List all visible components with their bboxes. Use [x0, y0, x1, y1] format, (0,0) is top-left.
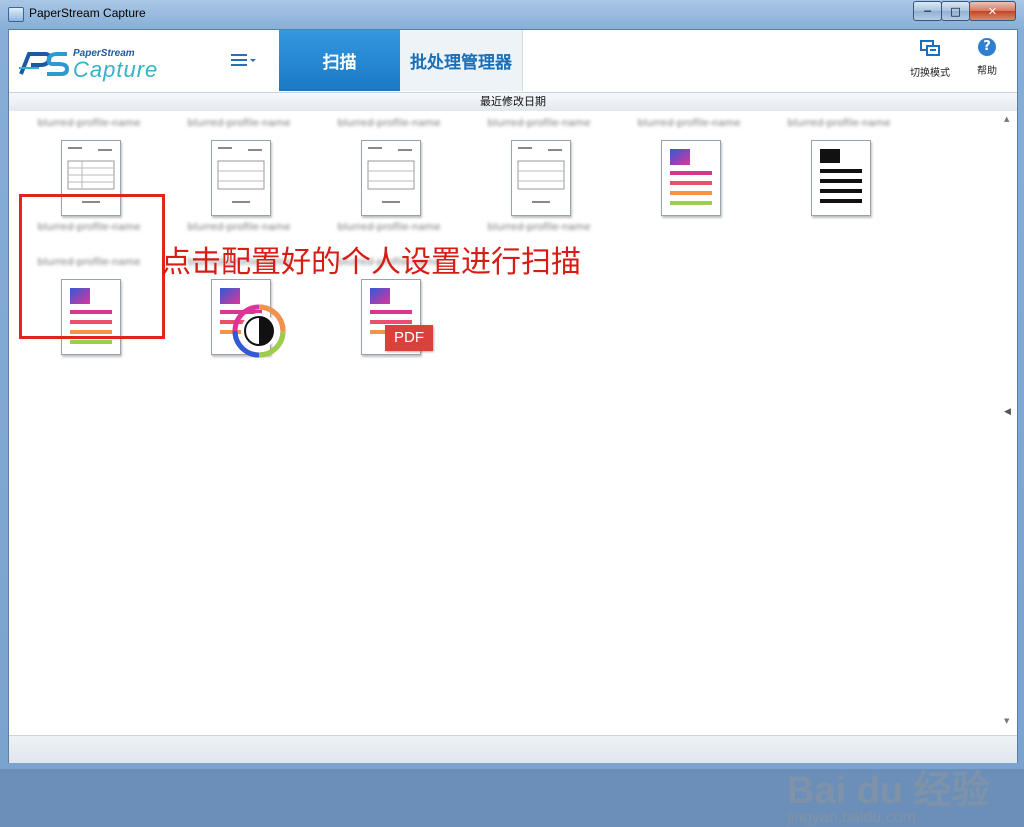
- profile-name: blurred-profile-name: [37, 118, 141, 129]
- minimize-icon: ─: [924, 4, 931, 18]
- profile-subtitle: blurred-profile-name: [487, 222, 591, 233]
- maximize-icon: □: [950, 4, 961, 18]
- profile-name: blurred-profile-name: [187, 118, 291, 129]
- app-window: PaperStream Capture ─ □ ✕ PaperStream Ca…: [0, 0, 1024, 826]
- toolbar: PaperStream Capture 扫描 批处理管理器 切换模式 ? 帮助: [9, 30, 1017, 92]
- maximize-button[interactable]: □: [941, 1, 970, 21]
- selection-highlight: [19, 194, 165, 339]
- help-icon: ?: [978, 38, 996, 56]
- scroll-down-icon[interactable]: ▼: [1004, 717, 1009, 725]
- close-button[interactable]: ✕: [969, 1, 1016, 21]
- scanned-form-thumbnail-icon: [211, 140, 271, 216]
- profile-name: blurred-profile-name: [637, 118, 741, 129]
- scanned-form-thumbnail-icon: [511, 140, 571, 216]
- scanned-form-thumbnail-icon: [361, 140, 421, 216]
- switch-mode-button[interactable]: 切换模式: [902, 38, 958, 79]
- help-button[interactable]: ? 帮助: [969, 38, 1005, 77]
- close-icon: ✕: [987, 4, 998, 18]
- profile-tile[interactable]: blurred-profile-name blurred-profile-nam…: [479, 116, 599, 246]
- profile-tile[interactable]: blurred-profile-name: [779, 116, 899, 246]
- profile-grid: blurred-profile-name blurred-profile-nam…: [9, 111, 999, 826]
- scroll-up-icon[interactable]: ▲: [1004, 115, 1009, 123]
- auto-color-badge-icon: [232, 304, 286, 358]
- logo-text-capture: Capture: [73, 57, 159, 82]
- baidu-watermark-url: jingyan.baidu.com: [787, 809, 916, 826]
- client-area: PaperStream Capture 扫描 批处理管理器 切换模式 ? 帮助 …: [8, 29, 1018, 826]
- panel-collapse-icon[interactable]: ◀: [1004, 407, 1011, 417]
- window-title: PaperStream Capture: [29, 6, 146, 20]
- pdf-badge: PDF: [385, 325, 433, 351]
- annotation-text: 点击配置好的个人设置进行扫描: [161, 245, 581, 280]
- hamburger-menu-button[interactable]: [229, 48, 261, 74]
- switch-mode-label: 切换模式: [910, 68, 950, 79]
- profile-tile[interactable]: blurred-profile-name: [629, 116, 749, 246]
- profile-subtitle: blurred-profile-name: [337, 222, 441, 233]
- minimize-button[interactable]: ─: [913, 1, 942, 21]
- sort-caret-icon: ▼: [505, 96, 511, 104]
- hamburger-menu-icon: [231, 54, 256, 66]
- profile-tile[interactable]: blurred-profile-name blurred-profile-nam…: [179, 116, 299, 246]
- black-white-document-icon: [811, 140, 871, 216]
- profile-name: blurred-profile-name: [787, 118, 891, 129]
- profile-tile[interactable]: blurred-profile-name blurred-profile-nam…: [329, 116, 449, 246]
- vertical-scrollbar[interactable]: ▲ ◀ ▼: [999, 111, 1017, 735]
- color-document-icon: [661, 140, 721, 216]
- help-label: 帮助: [977, 66, 997, 77]
- sort-label: 最近修改日期: [480, 95, 546, 108]
- paperstream-logo: PaperStream Capture: [17, 46, 182, 82]
- ps-logo-icon: [19, 52, 69, 76]
- app-icon: [8, 7, 24, 22]
- switch-mode-icon: [920, 40, 940, 56]
- profile-name: blurred-profile-name: [337, 118, 441, 129]
- baidu-watermark: Bai du 经验: [787, 770, 990, 812]
- profile-subtitle: blurred-profile-name: [187, 222, 291, 233]
- profile-name: blurred-profile-name: [487, 118, 591, 129]
- title-bar[interactable]: PaperStream Capture ─ □ ✕: [0, 0, 1024, 28]
- tab-batch-manager[interactable]: 批处理管理器: [400, 30, 523, 91]
- sort-header[interactable]: ▼ 最近修改日期: [9, 92, 1017, 112]
- tab-scan[interactable]: 扫描: [279, 30, 400, 91]
- status-bar: [9, 735, 1017, 763]
